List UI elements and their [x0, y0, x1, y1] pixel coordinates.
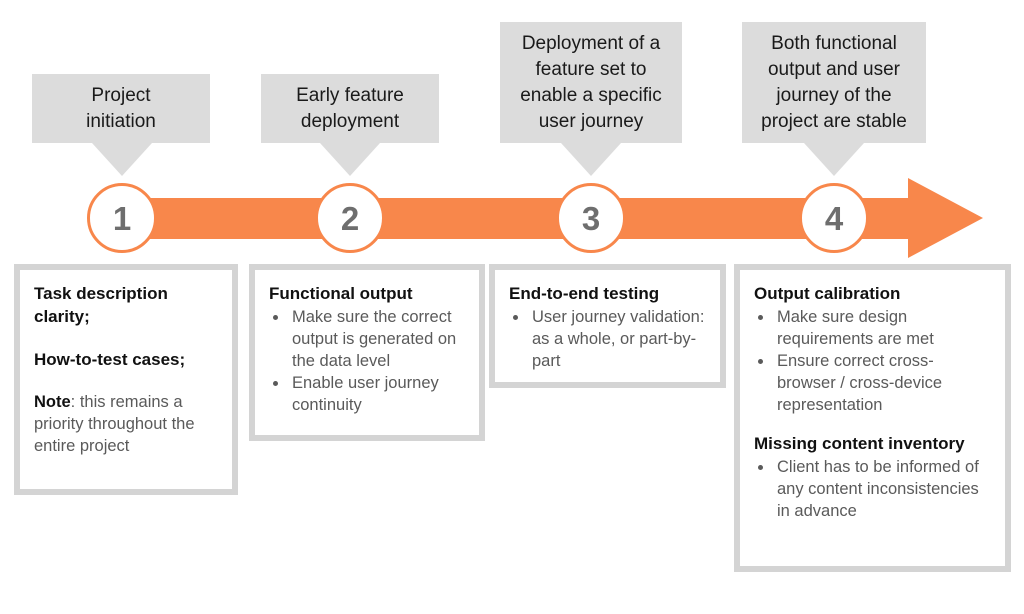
- detail-1-note: Note: this remains a priority throughout…: [34, 391, 218, 457]
- list-item: Enable user journey continuity: [289, 372, 465, 416]
- detail-4-title-a: Output calibration: [754, 284, 901, 303]
- timeline-diagram: Project initiation Early feature deploym…: [0, 0, 1024, 614]
- detail-2-bullets: Make sure the correct output is generate…: [269, 306, 465, 416]
- milestone-number-2: 2: [340, 199, 360, 237]
- callout-label-3: Deployment of a feature set to enable a …: [520, 32, 662, 132]
- list-item: Client has to be informed of any content…: [774, 456, 991, 522]
- list-item: User journey validation: as a whole, or …: [529, 306, 706, 372]
- callout-pointer-2: [320, 143, 380, 176]
- milestone-number-1: 1: [112, 199, 132, 237]
- detail-box-3: End-to-end testing User journey validati…: [489, 264, 726, 388]
- callout-label-2: Early feature deployment: [296, 84, 404, 132]
- list-item: Ensure correct cross-browser / cross-dev…: [774, 350, 991, 416]
- detail-box-2: Functional output Make sure the correct …: [249, 264, 485, 441]
- callout-label-4: Both functional output and user journey …: [761, 32, 907, 132]
- detail-4-bullets-b: Client has to be informed of any content…: [754, 456, 991, 522]
- milestone-number-4: 4: [824, 199, 844, 237]
- callout-milestone-2: Early feature deployment: [261, 74, 439, 143]
- list-item: Make sure the correct output is generate…: [289, 306, 465, 372]
- milestone-node-2[interactable]: 2: [315, 183, 385, 253]
- detail-4-title-b: Missing content inventory: [754, 434, 965, 453]
- callout-pointer-3: [561, 143, 621, 176]
- list-item: Make sure design requirements are met: [774, 306, 991, 350]
- callout-milestone-3: Deployment of a feature set to enable a …: [500, 22, 682, 143]
- detail-1-line-1: Task description clarity;: [34, 284, 168, 326]
- callout-pointer-1: [92, 143, 152, 176]
- detail-3-title: End-to-end testing: [509, 284, 660, 303]
- milestone-node-4[interactable]: 4: [799, 183, 869, 253]
- timeline-arrowhead: [908, 178, 983, 258]
- detail-2-title: Functional output: [269, 284, 413, 303]
- detail-box-1: Task description clarity; How-to-test ca…: [14, 264, 238, 495]
- timeline-shaft: [100, 198, 908, 239]
- callout-label-1: Project initiation: [86, 84, 156, 132]
- milestone-node-1[interactable]: 1: [87, 183, 157, 253]
- milestone-node-3[interactable]: 3: [556, 183, 626, 253]
- detail-1-note-label: Note: [34, 393, 71, 411]
- detail-box-4: Output calibration Make sure design requ…: [734, 264, 1011, 572]
- detail-1-line-2: How-to-test cases;: [34, 350, 186, 369]
- milestone-number-3: 3: [581, 199, 601, 237]
- detail-4-bullets-a: Make sure design requirements are met En…: [754, 306, 991, 416]
- detail-3-bullets: User journey validation: as a whole, or …: [509, 306, 706, 372]
- callout-milestone-4: Both functional output and user journey …: [742, 22, 926, 143]
- callout-pointer-4: [804, 143, 864, 176]
- callout-milestone-1: Project initiation: [32, 74, 210, 143]
